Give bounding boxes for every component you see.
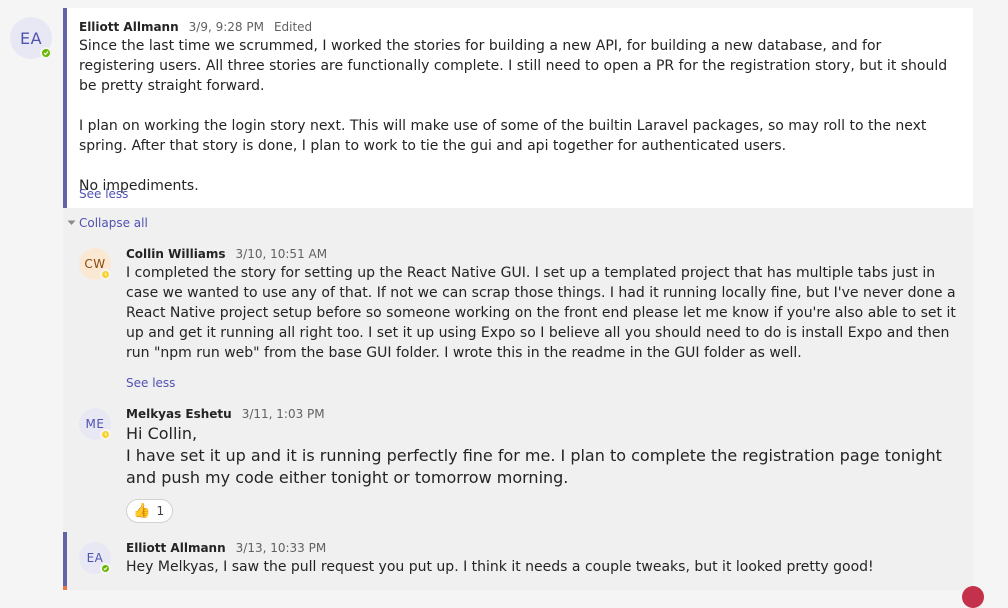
message-paragraph: No impediments. [79, 178, 199, 194]
collapse-all-button[interactable]: Collapse all [67, 216, 148, 230]
caret-down-icon [67, 220, 76, 225]
author-name[interactable]: Elliott Allmann [126, 541, 226, 555]
message-body: Since the last time we scrummed, I worke… [79, 36, 959, 196]
message-body: Hey Melkyas, I saw the pull request you … [126, 559, 874, 575]
avatar[interactable]: EA [79, 542, 111, 574]
presence-available-icon [100, 563, 111, 574]
avatar[interactable]: ME [79, 408, 111, 440]
thread-replies: Collapse all CW Collin Williams 3/10, 10:… [63, 208, 973, 590]
author-name[interactable]: Melkyas Eshetu [126, 407, 232, 421]
accent-marker [63, 586, 67, 590]
avatar[interactable]: CW [79, 248, 111, 280]
author-name[interactable]: Elliott Allmann [79, 20, 179, 34]
collapse-all-label: Collapse all [79, 216, 148, 230]
reaction-count: 1 [156, 504, 165, 518]
timestamp: 3/11, 1:03 PM [241, 407, 325, 421]
message-line: I have set it up and it is running perfe… [126, 446, 942, 487]
message-paragraph: I plan on working the login story next. … [79, 118, 927, 154]
timestamp: 3/13, 10:33 PM [235, 541, 327, 555]
message-paragraph: Since the last time we scrummed, I worke… [79, 38, 948, 94]
root-message-card: Elliott Allmann 3/9, 9:28 PM Edited Since … [63, 8, 973, 208]
message-header: Elliott Allmann 3/9, 9:28 PM Edited [79, 20, 312, 34]
message-line: Hi Collin, [126, 424, 198, 443]
message-body: I completed the story for setting up the… [126, 265, 956, 361]
author-name[interactable]: Collin Williams [126, 247, 226, 261]
message-header: Melkyas Eshetu 3/11, 1:03 PM [126, 407, 325, 421]
thumbs-up-icon: 👍 [133, 503, 151, 519]
avatar-initials: EA [86, 551, 104, 565]
edited-label: Edited [273, 20, 313, 34]
reaction-like-button[interactable]: 👍 1 [126, 499, 174, 523]
timestamp: 3/10, 10:51 AM [235, 247, 328, 261]
message-header: Elliott Allmann 3/13, 10:33 PM [126, 541, 326, 555]
avatar[interactable]: EA [10, 17, 52, 59]
message-header: Collin Williams 3/10, 10:51 AM [126, 247, 327, 261]
see-less-link[interactable]: See less [126, 376, 175, 390]
presence-away-icon [100, 269, 111, 280]
message-body: Hi Collin, I have set it up and it is ru… [126, 423, 966, 489]
presence-away-icon [100, 429, 111, 440]
notification-badge[interactable] [962, 586, 984, 608]
unread-accent-bar [63, 532, 67, 590]
presence-available-icon [40, 47, 52, 59]
timestamp: 3/9, 9:28 PM [188, 20, 264, 34]
avatar-initials: EA [19, 28, 43, 48]
see-less-link[interactable]: See less [79, 187, 128, 201]
